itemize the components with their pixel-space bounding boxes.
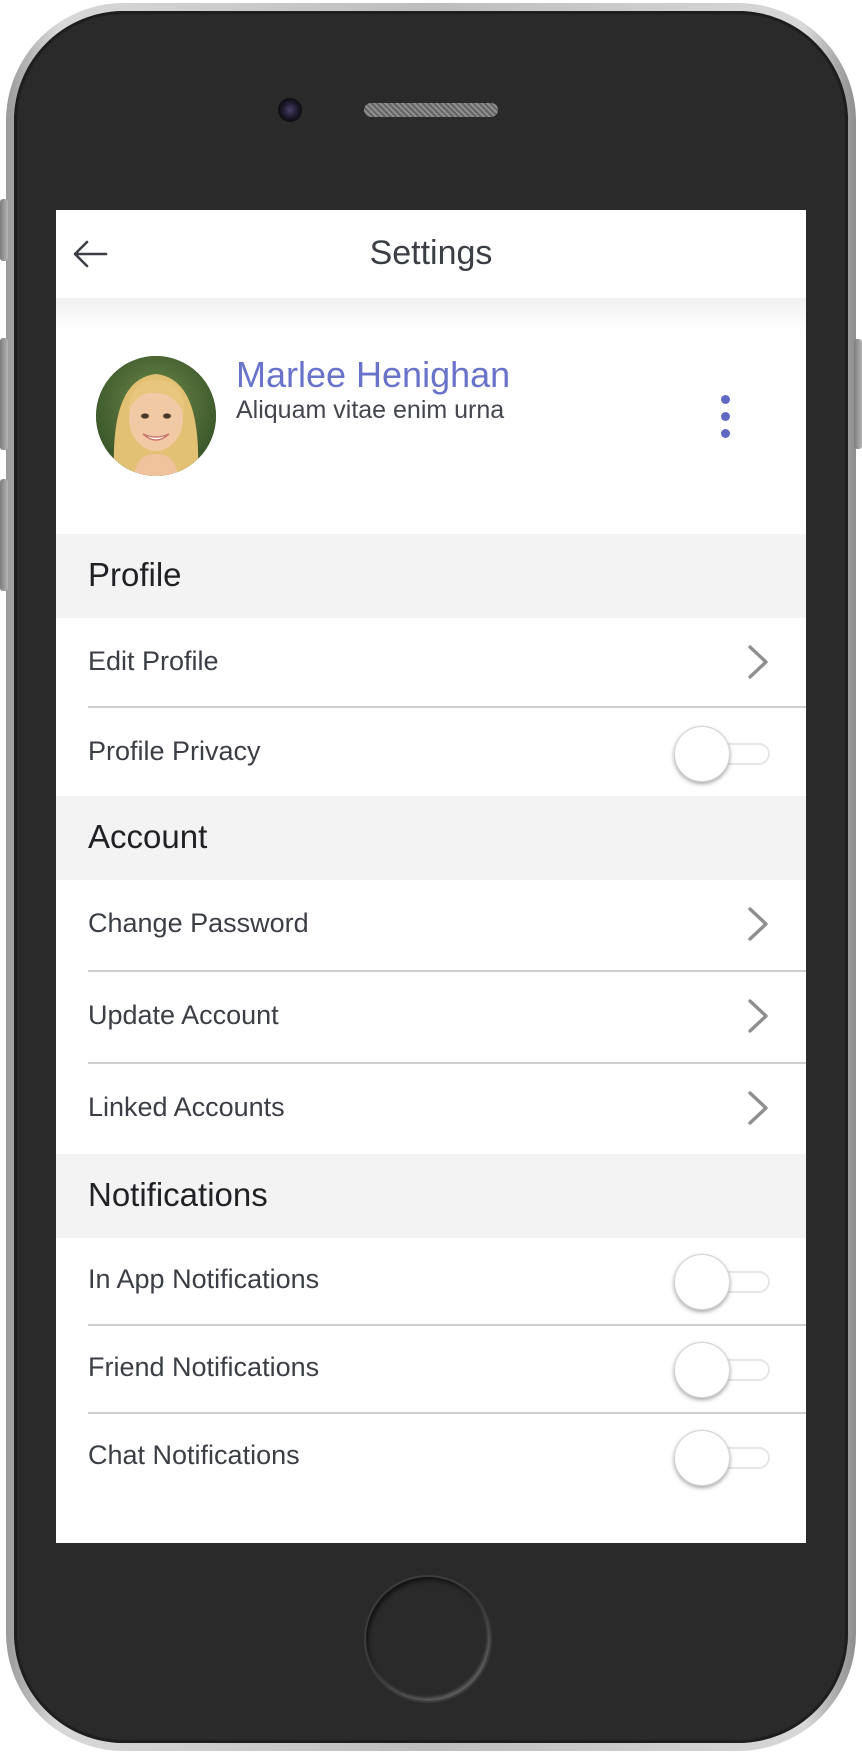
row-label: Change Password	[88, 908, 309, 938]
settings-row-in-app-notifications[interactable]: In App Notifications	[56, 1238, 806, 1326]
section-title: Notifications	[88, 1176, 268, 1213]
row-label: Profile Privacy	[88, 736, 261, 766]
toggle-knob	[674, 1254, 730, 1310]
settings-row-chat-notifications[interactable]: Chat Notifications	[56, 1414, 806, 1502]
vertical-ellipsis-icon[interactable]	[712, 394, 740, 440]
row-label: In App Notifications	[88, 1264, 320, 1294]
volume-down-button	[0, 479, 8, 591]
in-app-notifications-toggle[interactable]	[674, 1252, 774, 1312]
page-title: Settings	[369, 234, 493, 272]
silent-switch	[0, 199, 8, 261]
toggle-knob	[674, 1342, 730, 1398]
row-label: Edit Profile	[88, 646, 219, 676]
settings-row-profile-privacy[interactable]: Profile Privacy	[56, 708, 806, 796]
profile-card: Marlee Henighan Aliquam vitae enim urna	[56, 298, 806, 534]
settings-screen: Settings Marlee Henighan Aliquam vitae e…	[56, 210, 806, 1543]
earpiece-speaker	[364, 103, 498, 117]
toggle-knob	[674, 1430, 730, 1486]
profile-privacy-toggle[interactable]	[674, 724, 774, 784]
settings-row-linked-accounts[interactable]: Linked Accounts	[56, 1064, 806, 1154]
chevron-right-icon	[748, 999, 768, 1033]
avatar[interactable]	[96, 356, 216, 476]
avatar-image	[96, 356, 216, 476]
settings-row-change-password[interactable]: Change Password	[56, 880, 806, 972]
friend-notifications-toggle[interactable]	[674, 1340, 774, 1400]
chat-notifications-toggle[interactable]	[674, 1428, 774, 1488]
section-title: Account	[88, 818, 208, 855]
chevron-right-icon	[748, 1091, 768, 1125]
section-title: Profile	[88, 556, 182, 593]
user-subtitle: Aliquam vitae enim urna	[236, 396, 505, 424]
section-header-notifications: Notifications	[56, 1154, 806, 1238]
front-camera	[278, 98, 302, 122]
settings-row-edit-profile[interactable]: Edit Profile	[56, 618, 806, 708]
row-label: Linked Accounts	[88, 1092, 285, 1122]
settings-row-update-account[interactable]: Update Account	[56, 972, 806, 1064]
chevron-right-icon	[748, 907, 768, 941]
toggle-knob	[674, 726, 730, 782]
section-header-account: Account	[56, 796, 806, 880]
user-name: Marlee Henighan	[236, 354, 511, 395]
power-button	[854, 339, 862, 449]
home-button[interactable]	[364, 1575, 492, 1703]
section-header-profile: Profile	[56, 534, 806, 618]
volume-up-button	[0, 338, 8, 450]
chevron-right-icon	[748, 645, 768, 679]
row-label: Friend Notifications	[88, 1352, 320, 1382]
row-label: Update Account	[88, 1000, 279, 1030]
row-label: Chat Notifications	[88, 1440, 300, 1470]
top-bar: Settings	[56, 210, 806, 298]
settings-row-friend-notifications[interactable]: Friend Notifications	[56, 1326, 806, 1414]
